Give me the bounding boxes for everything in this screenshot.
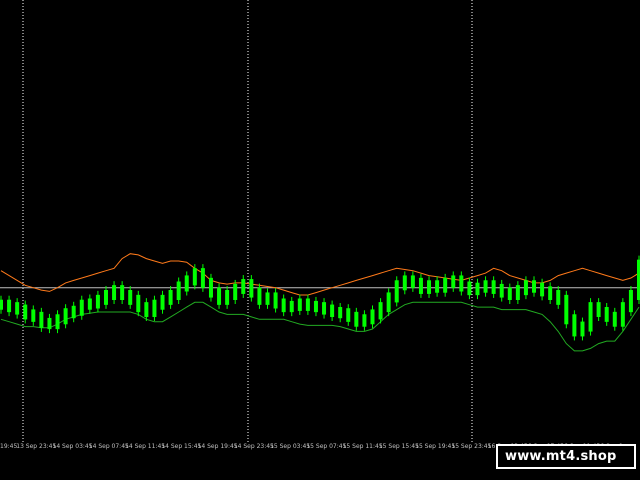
candle-body [556,290,561,305]
candle-body [112,285,117,300]
time-tick-label: 14 Sep 23:45 [233,443,274,450]
candle-body [152,299,157,317]
candle-body [241,279,246,294]
candle-body [564,294,569,325]
candle-body [136,294,141,313]
candle-body [305,298,310,311]
candle-body [273,292,278,309]
candle-body [338,307,343,319]
candle-body [289,300,294,313]
candle-body [103,290,108,305]
candle-body [208,277,213,298]
candle-body [427,280,432,294]
candle-body [31,309,36,322]
time-tick-label: 15 Sep 11:45 [342,443,383,450]
candle-body [47,317,52,330]
candle-body [313,300,318,313]
candle-body [604,307,609,322]
candle-body [459,275,464,292]
candle-body [257,287,262,305]
candle-body [499,283,504,298]
candle-body [475,282,480,296]
candle-body [176,281,181,300]
time-tick-label: 14 Sep 15:45 [161,443,202,450]
candle-body [523,280,528,296]
candle-body [515,285,520,300]
candle-body [0,299,3,310]
candle-body [15,302,20,315]
candle-body [507,287,512,300]
time-tick-label: 14 Sep 03:45 [52,443,93,450]
candle-body [483,280,488,293]
candle-body [410,275,415,288]
price-chart[interactable] [0,0,640,442]
candle-body [346,308,351,322]
candle-body [435,280,440,293]
time-tick-label: 14 Sep 19:45 [197,443,238,450]
candle-body [370,309,375,325]
candle-body [532,280,537,293]
time-tick-label: 14 Sep 11:45 [125,443,166,450]
candle-body [95,294,100,309]
time-tick-label: 13 Sep 23:45 [16,443,57,450]
candle-body [394,280,399,303]
time-tick-label: 15 Sep 15:45 [378,443,419,450]
time-tick-label: 15 Sep 19:45 [415,443,456,450]
candle-body [628,290,633,313]
candle-body [451,275,456,288]
time-tick-label: 15 Sep 23:45 [451,443,492,450]
candle-body [144,302,149,317]
time-tick-label: 15 Sep 07:45 [306,443,347,450]
candle-body [612,311,617,327]
candle-body [297,298,302,311]
candle-body [443,277,448,293]
candle-body [249,279,254,298]
candle-body [168,290,173,305]
candle-body [322,302,327,315]
candle-body [402,275,407,291]
candle-body [548,286,553,300]
candle-body [540,282,545,297]
candle-body [160,294,165,310]
candle-body [281,298,286,313]
candle-body [225,290,230,305]
candle-body [491,280,496,294]
candle-body [467,281,472,296]
candle-body [217,287,222,305]
candle-body [620,302,625,327]
watermark-text: www.mt4.shop [505,449,617,464]
time-tick-label: 14 Sep 07:45 [88,443,129,450]
candle-body [330,304,335,317]
candle-body [233,283,238,300]
candle-body [200,268,205,288]
candle-body [362,314,367,327]
candle-body [7,299,12,313]
candle-body [120,285,125,300]
candle-body [418,277,423,294]
candle-body [354,311,359,327]
candle-body [588,302,593,332]
candle-body [184,275,189,292]
candle-body [386,292,391,313]
candle-body [71,305,76,319]
candle-body [79,299,84,316]
chart-canvas[interactable] [0,0,640,442]
candle-body [87,298,92,310]
candle-body [596,302,601,317]
candle-body [39,311,44,328]
candle-body [572,314,577,337]
candle-body [128,290,133,305]
candle-body [378,302,383,320]
lower-band-line [0,301,640,352]
time-tick-label: 15 Sep 03:45 [270,443,311,450]
candle-body [63,308,68,325]
time-tick-label: 19:45 [0,443,18,450]
candle-body [192,268,197,286]
candle-body [580,321,585,337]
candle-body [23,304,28,320]
candle-body [265,292,270,305]
candle-body [55,314,60,330]
